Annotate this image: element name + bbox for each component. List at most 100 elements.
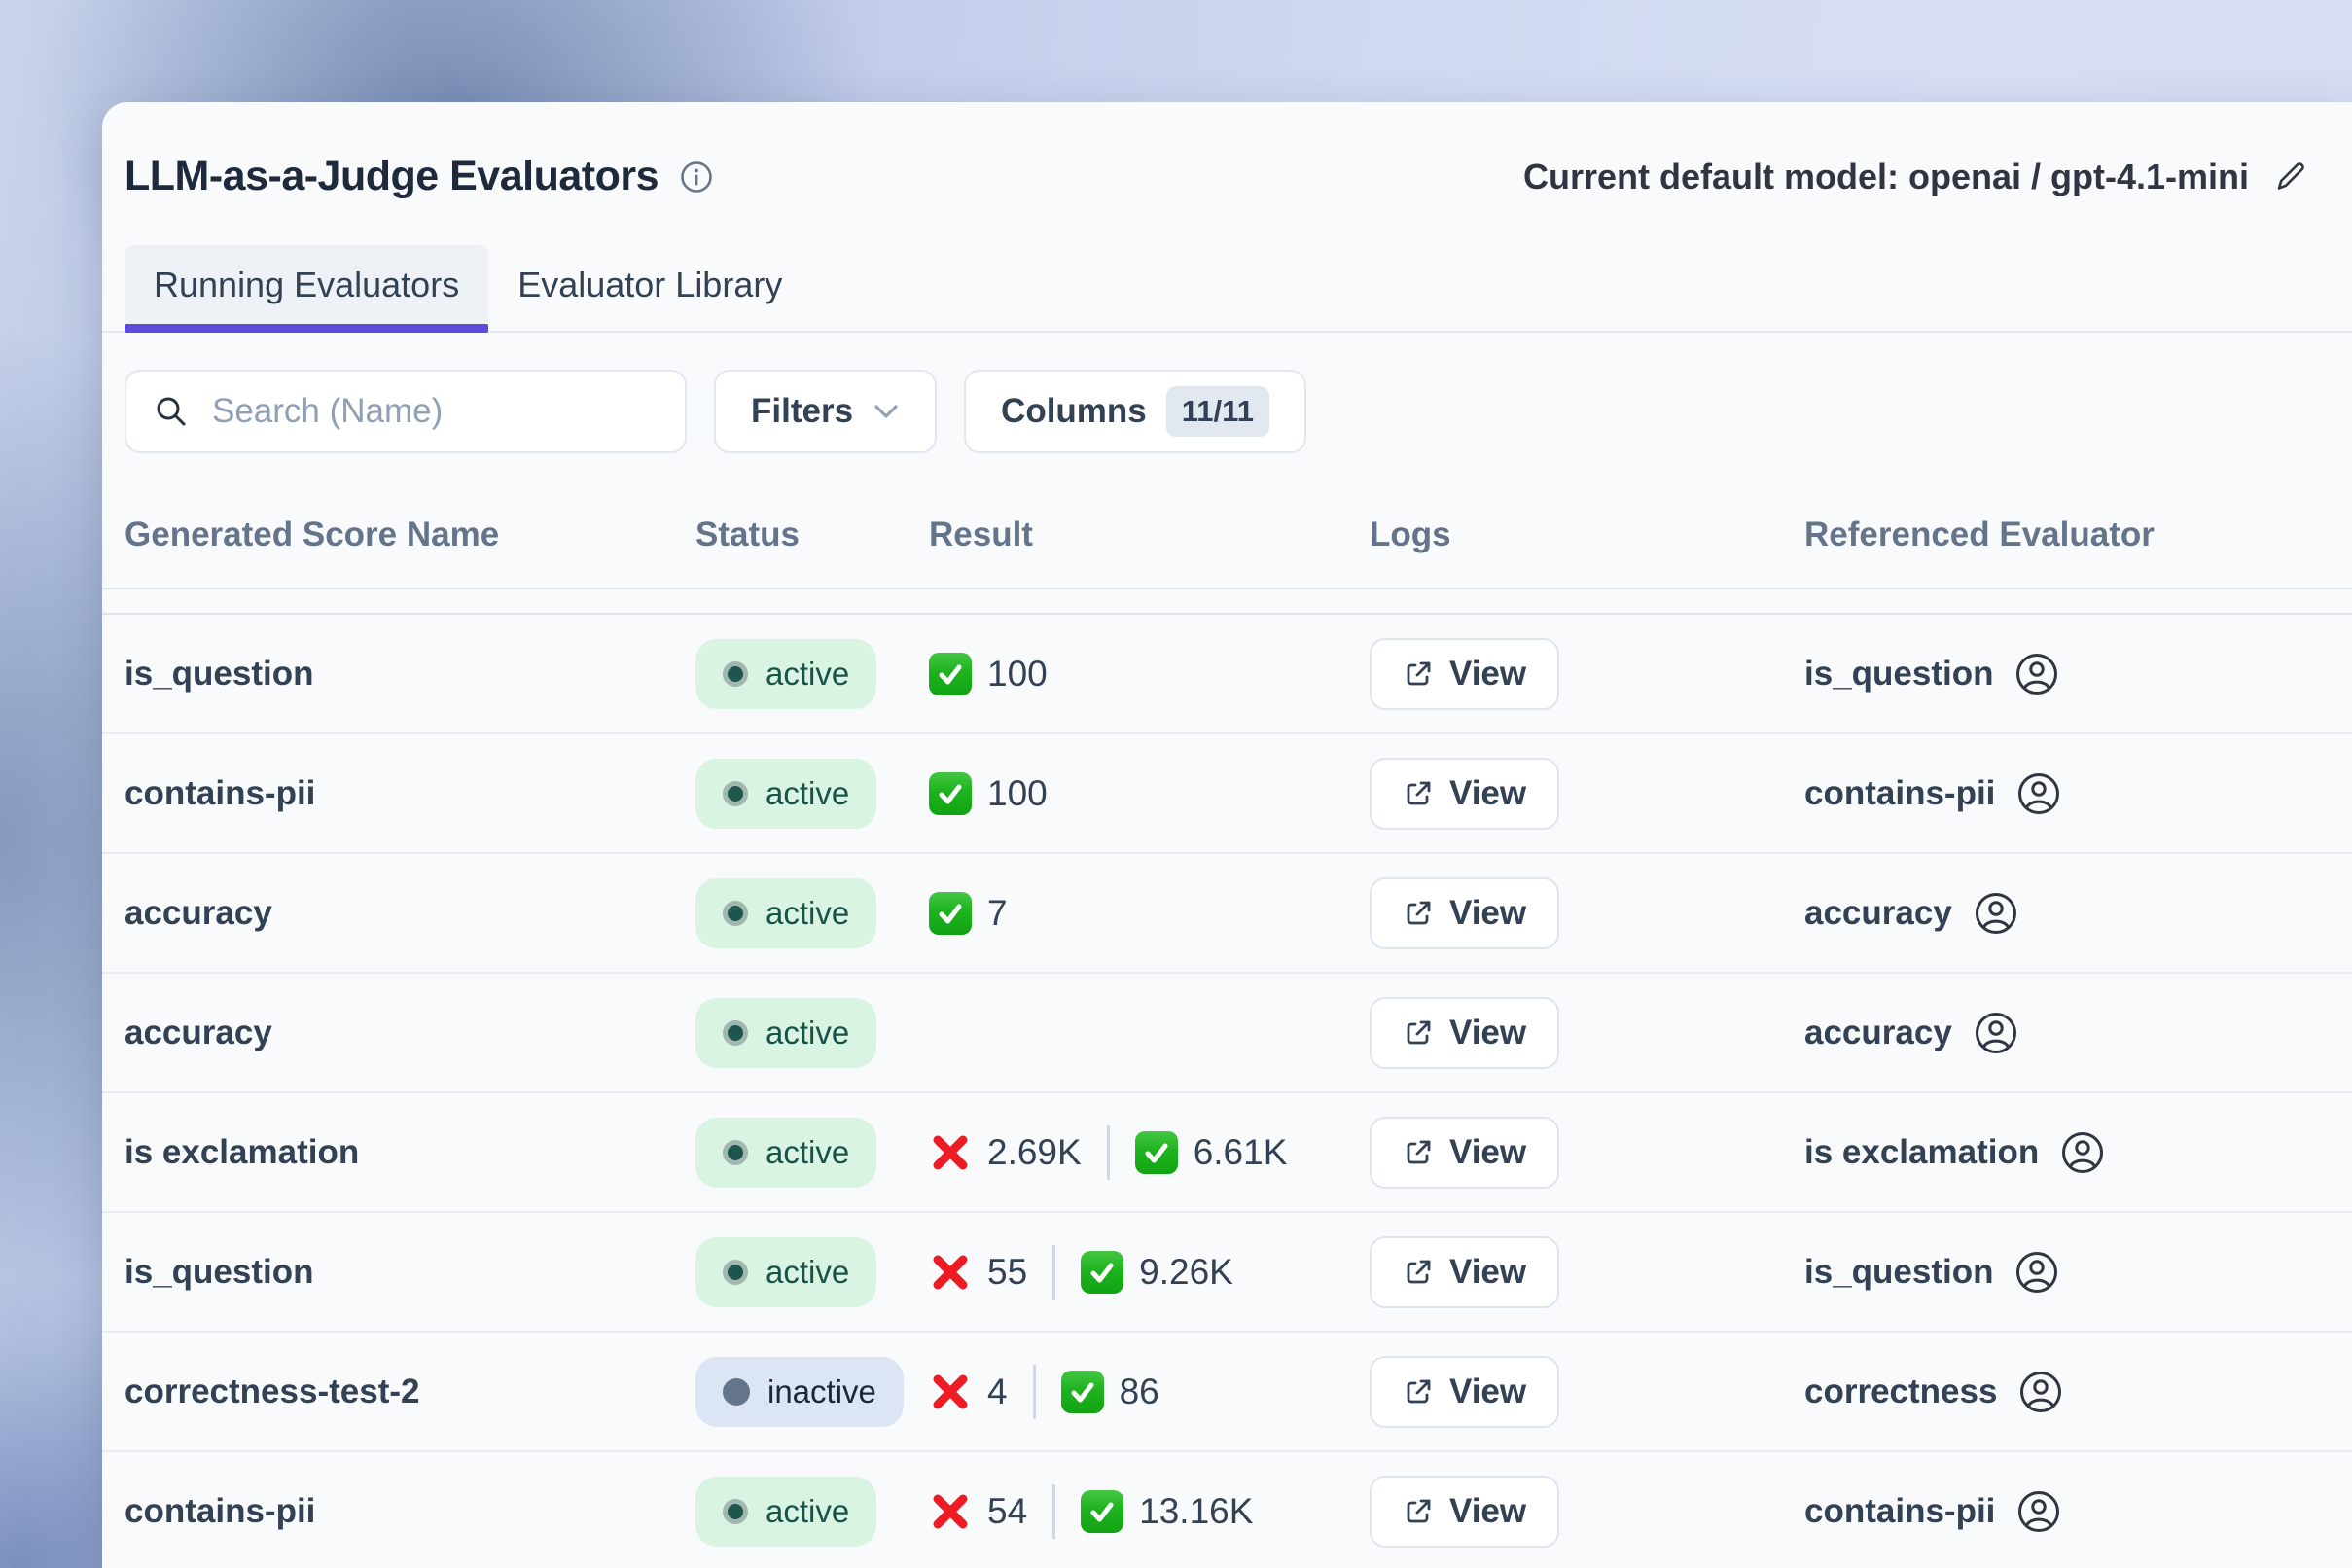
pencil-icon[interactable] xyxy=(2270,158,2309,196)
external-link-icon xyxy=(1403,1257,1434,1288)
view-label: View xyxy=(1449,1372,1526,1411)
user-circle-icon xyxy=(1974,1011,2018,1055)
green-check-icon xyxy=(1135,1131,1178,1174)
user-circle-icon xyxy=(2016,771,2061,816)
chevron-down-icon xyxy=(873,402,900,421)
user-circle-icon xyxy=(2016,1489,2061,1534)
table-body: is_question active xyxy=(102,615,2352,1568)
referenced-evaluator-name: accuracy xyxy=(1804,1014,1952,1052)
table-row[interactable]: accuracy active xyxy=(102,854,2352,974)
status-label: active xyxy=(766,775,849,812)
view-logs-button[interactable]: View xyxy=(1370,997,1559,1069)
view-label: View xyxy=(1449,655,1526,694)
status-label: active xyxy=(766,895,849,932)
tab-running-evaluators[interactable]: Running Evaluators xyxy=(125,245,488,331)
green-check-icon xyxy=(1061,1371,1104,1413)
filters-button[interactable]: Filters xyxy=(714,370,937,453)
table-row[interactable]: is exclamation active 2.69K xyxy=(102,1093,2352,1213)
status-badge: active xyxy=(695,639,876,709)
table-header: Generated Score Name Status Result Logs … xyxy=(102,490,2352,589)
status-dot-icon xyxy=(723,1378,750,1406)
referenced-evaluator-name: accuracy xyxy=(1804,894,1952,933)
view-label: View xyxy=(1449,1133,1526,1172)
panel-header: LLM-as-a-Judge Evaluators Current defaul… xyxy=(102,102,2352,200)
table-row[interactable]: is_question active xyxy=(102,615,2352,734)
info-circle-icon[interactable] xyxy=(680,160,713,194)
table-row[interactable]: correctness-test-2 inactive 4 xyxy=(102,1333,2352,1452)
external-link-icon xyxy=(1403,1376,1434,1408)
red-x-icon xyxy=(929,1251,972,1294)
pass-count: 6.61K xyxy=(1194,1132,1288,1173)
status-dot-icon xyxy=(723,1020,748,1046)
pass-count: 13.16K xyxy=(1139,1491,1253,1532)
status-dot-icon xyxy=(723,1140,748,1165)
view-logs-button[interactable]: View xyxy=(1370,638,1559,710)
green-check-icon xyxy=(929,653,972,695)
status-dot-icon xyxy=(723,1499,748,1524)
view-logs-button[interactable]: View xyxy=(1370,758,1559,830)
external-link-icon xyxy=(1403,1017,1434,1049)
user-circle-icon xyxy=(2060,1130,2105,1175)
tab-bar: Running Evaluators Evaluator Library xyxy=(102,245,2352,333)
tab-evaluator-library[interactable]: Evaluator Library xyxy=(488,245,811,331)
search-box[interactable] xyxy=(125,370,687,453)
view-logs-button[interactable]: View xyxy=(1370,877,1559,949)
referenced-evaluator-name: is_question xyxy=(1804,655,1993,694)
status-badge: active xyxy=(695,878,876,948)
status-label: active xyxy=(766,656,849,693)
score-name: correctness-test-2 xyxy=(125,1372,419,1410)
status-dot-icon xyxy=(723,1260,748,1285)
column-header-status: Status xyxy=(695,516,929,554)
status-dot-icon xyxy=(723,781,748,806)
magnifier-icon xyxy=(154,394,189,429)
table-row[interactable]: contains-pii active 54 xyxy=(102,1452,2352,1568)
table-row[interactable]: contains-pii active xyxy=(102,734,2352,854)
result-divider xyxy=(1033,1365,1036,1419)
score-name: contains-pii xyxy=(125,1492,315,1530)
status-label: active xyxy=(766,1254,849,1291)
view-label: View xyxy=(1449,1014,1526,1052)
referenced-evaluator-name: contains-pii xyxy=(1804,1492,1995,1531)
default-model-label: Current default model: openai / gpt-4.1-… xyxy=(1523,157,2249,197)
view-label: View xyxy=(1449,774,1526,813)
view-logs-button[interactable]: View xyxy=(1370,1356,1559,1428)
red-x-icon xyxy=(929,1490,972,1533)
user-circle-icon xyxy=(2018,1370,2063,1414)
status-badge: active xyxy=(695,1118,876,1188)
table-row[interactable]: accuracy active xyxy=(102,974,2352,1093)
score-name: is_question xyxy=(125,655,313,693)
external-link-icon xyxy=(1403,1137,1434,1168)
user-circle-icon xyxy=(2014,652,2059,696)
score-name: accuracy xyxy=(125,1014,272,1051)
user-circle-icon xyxy=(1974,891,2018,936)
status-badge: active xyxy=(695,998,876,1068)
table-row[interactable]: is_question active 55 xyxy=(102,1213,2352,1333)
pass-count: 100 xyxy=(987,773,1048,814)
fail-count: 4 xyxy=(987,1372,1008,1412)
status-label: active xyxy=(766,1015,849,1051)
columns-count-badge: 11/11 xyxy=(1166,386,1269,437)
referenced-evaluator-name: correctness xyxy=(1804,1372,1997,1411)
column-header-logs: Logs xyxy=(1370,516,1804,554)
status-badge: active xyxy=(695,759,876,829)
score-name: accuracy xyxy=(125,894,272,932)
pass-count: 100 xyxy=(987,654,1048,695)
view-label: View xyxy=(1449,894,1526,933)
score-name: contains-pii xyxy=(125,774,315,812)
external-link-icon xyxy=(1403,659,1434,690)
green-check-icon xyxy=(1081,1490,1123,1533)
page-title: LLM-as-a-Judge Evaluators xyxy=(125,153,659,200)
columns-button[interactable]: Columns 11/11 xyxy=(964,370,1306,453)
status-dot-icon xyxy=(723,901,748,926)
external-link-icon xyxy=(1403,778,1434,809)
score-name: is exclamation xyxy=(125,1133,359,1171)
view-logs-button[interactable]: View xyxy=(1370,1476,1559,1548)
view-logs-button[interactable]: View xyxy=(1370,1236,1559,1308)
green-check-icon xyxy=(1081,1251,1123,1294)
view-label: View xyxy=(1449,1492,1526,1531)
fail-count: 55 xyxy=(987,1252,1027,1293)
toolbar: Filters Columns 11/11 xyxy=(102,333,2352,490)
view-logs-button[interactable]: View xyxy=(1370,1117,1559,1189)
search-input[interactable] xyxy=(210,391,658,432)
partially-scrolled-row xyxy=(102,589,2352,615)
